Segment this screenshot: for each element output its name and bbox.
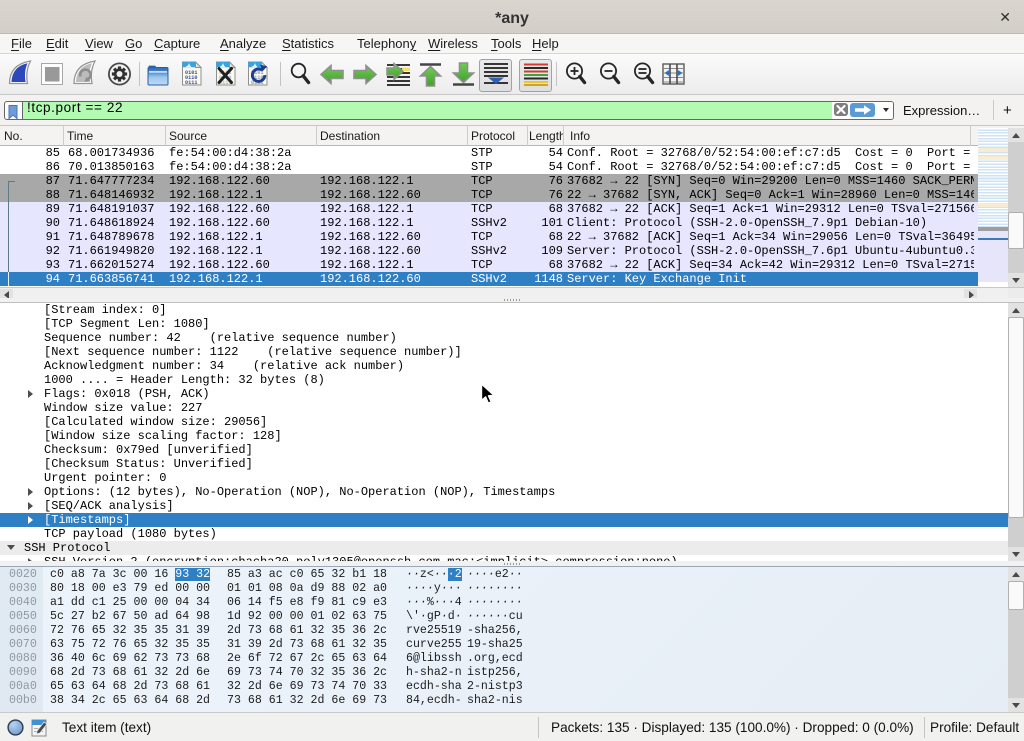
svg-text:0111: 0111 (185, 80, 197, 86)
